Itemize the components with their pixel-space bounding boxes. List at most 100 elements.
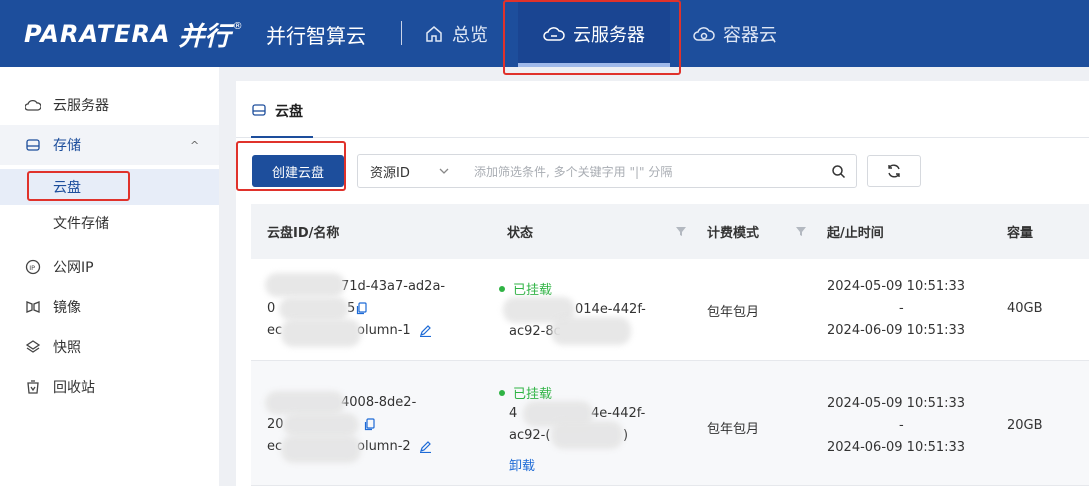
brand-logo-cn: 并行: [178, 21, 231, 52]
sidebar: 云服务器 存储 ^ 云盘 文件存储 IP 公网IP 镜像 快照 回收站: [0, 67, 219, 486]
nav-container-cloud-label: 容器云: [723, 24, 777, 46]
image-icon: [26, 301, 40, 313]
filter-input[interactable]: 添加筛选条件, 多个关键字用 "|" 分隔: [458, 163, 820, 180]
filter-bar: 资源ID 添加筛选条件, 多个关键字用 "|" 分隔: [357, 154, 857, 188]
billing-mode: 包年包月: [707, 422, 760, 437]
edit-icon[interactable]: [419, 324, 432, 337]
nav-cloud-server-label: 云服务器: [573, 24, 645, 46]
start-time: 2024-05-09 10:51:33: [827, 396, 966, 411]
top-navigation-bar: PARATERA 并行 ® 并行智算云 总览 云服务器 容器云: [0, 0, 1089, 67]
status-dot: [499, 285, 505, 292]
brand-logo-text: PARATERA: [24, 20, 171, 48]
time-separator: -: [899, 301, 904, 316]
snapshot-icon: [25, 340, 41, 353]
disk-icon: [252, 104, 266, 116]
column-header-time: 起/止时间: [827, 226, 884, 241]
registered-mark: ®: [232, 20, 243, 32]
column-header-id-name: 云盘ID/名称: [267, 226, 340, 241]
tab-label: 云盘: [275, 104, 303, 120]
disk-id-fragment: 20: [267, 417, 284, 432]
main-content: 云盘 创建云盘 资源ID 添加筛选条件, 多个关键字用 "|" 分隔 云盘ID/…: [236, 81, 1089, 486]
filter-icon[interactable]: [675, 225, 687, 237]
svg-text:IP: IP: [29, 264, 35, 272]
end-time: 2024-06-09 10:51:33: [827, 440, 966, 455]
chevron-down-icon: [439, 168, 449, 174]
instance-id-fragment: ): [623, 428, 629, 443]
sidebar-item-cloud-server[interactable]: 云服务器: [0, 85, 219, 125]
copy-icon[interactable]: [364, 418, 376, 431]
storage-icon: [26, 139, 40, 151]
status-label: 已挂载: [513, 283, 553, 298]
disk-name: olumn-1: [357, 323, 411, 338]
ip-icon: IP: [25, 259, 41, 275]
sidebar-item-label: 回收站: [53, 380, 95, 396]
nav-overview[interactable]: 总览: [424, 0, 488, 67]
table-row: 71d-43a7-ad2a- 0 5 ec olumn-1 已挂载 014e-4…: [251, 259, 1089, 361]
sidebar-item-storage[interactable]: 存储 ^: [0, 125, 219, 165]
disk-name: olumn-2: [357, 439, 411, 454]
nav-container-cloud[interactable]: 容器云: [693, 0, 777, 67]
sidebar-item-label: 存储: [53, 138, 81, 154]
billing-mode: 包年包月: [707, 305, 760, 320]
unmount-link[interactable]: 卸载: [509, 455, 535, 474]
container-cloud-icon: [693, 26, 715, 41]
sidebar-item-label: 文件存储: [53, 216, 109, 232]
nav-cloud-server[interactable]: 云服务器: [518, 0, 670, 67]
search-button[interactable]: [820, 164, 856, 179]
active-tab-indicator: [518, 63, 670, 67]
redaction-mask: [551, 421, 623, 449]
redaction-mask: [283, 413, 359, 437]
chevron-up-icon: ^: [190, 138, 200, 152]
sidebar-item-label: 镜像: [53, 300, 81, 316]
brand-logo[interactable]: PARATERA 并行 ®: [24, 18, 243, 52]
instance-id-line2: ac92-(: [509, 428, 551, 443]
tab-bar: 云盘: [236, 81, 1089, 138]
refresh-icon: [888, 164, 900, 178]
home-icon: [426, 25, 442, 42]
redaction-mask: [281, 319, 361, 347]
disk-id-line2: 0: [267, 301, 275, 316]
sidebar-item-label: 云服务器: [53, 98, 109, 114]
sidebar-item-snapshot[interactable]: 快照: [0, 327, 219, 367]
copy-icon[interactable]: [356, 302, 368, 315]
status-badge: 已挂载: [499, 383, 552, 402]
capacity: 20GB: [1007, 418, 1043, 433]
filter-key-select[interactable]: 资源ID: [358, 162, 458, 181]
sidebar-item-file-storage[interactable]: 文件存储: [0, 205, 219, 241]
time-separator: -: [899, 418, 904, 433]
cloud-server-icon: [543, 26, 565, 41]
product-name: 并行智算云: [266, 24, 366, 48]
end-time: 2024-06-09 10:51:33: [827, 323, 966, 338]
server-icon: [25, 99, 41, 111]
sidebar-item-public-ip[interactable]: IP 公网IP: [0, 247, 219, 287]
redaction-mask: [265, 273, 345, 297]
search-icon: [831, 164, 845, 178]
instance-id: 4e-442f-: [591, 406, 646, 421]
capacity: 40GB: [1007, 301, 1043, 316]
nav-divider: [401, 21, 402, 45]
redaction-mask: [279, 297, 349, 321]
column-header-billing: 计费模式: [707, 226, 760, 241]
table-row: 4008-8de2- 20 ec olumn-2 已挂载 4 4e-442f- …: [251, 361, 1089, 486]
sidebar-item-label: 快照: [53, 340, 81, 356]
status-dot: [499, 389, 505, 396]
redaction-mask: [551, 317, 631, 345]
column-header-capacity: 容量: [1007, 226, 1034, 241]
edit-icon[interactable]: [419, 440, 432, 453]
column-header-status: 状态: [507, 226, 534, 241]
refresh-button[interactable]: [867, 155, 921, 187]
tab-cloud-disk[interactable]: 云盘: [251, 101, 313, 138]
sidebar-item-cloud-disk[interactable]: 云盘: [0, 169, 219, 205]
sidebar-item-label: 公网IP: [53, 260, 94, 276]
recycle-bin-icon: [27, 380, 39, 394]
create-disk-button[interactable]: 创建云盘: [252, 155, 344, 187]
sidebar-item-label: 云盘: [53, 180, 81, 196]
filter-icon[interactable]: [795, 225, 807, 237]
sidebar-item-recycle-bin[interactable]: 回收站: [0, 367, 219, 407]
instance-id-fragment: 4: [509, 406, 518, 421]
start-time: 2024-05-09 10:51:33: [827, 279, 966, 294]
instance-id: 014e-442f-: [575, 302, 646, 317]
disk-id-fragment: 0: [267, 301, 276, 316]
status-badge: 已挂载: [499, 279, 552, 298]
sidebar-item-image[interactable]: 镜像: [0, 287, 219, 327]
